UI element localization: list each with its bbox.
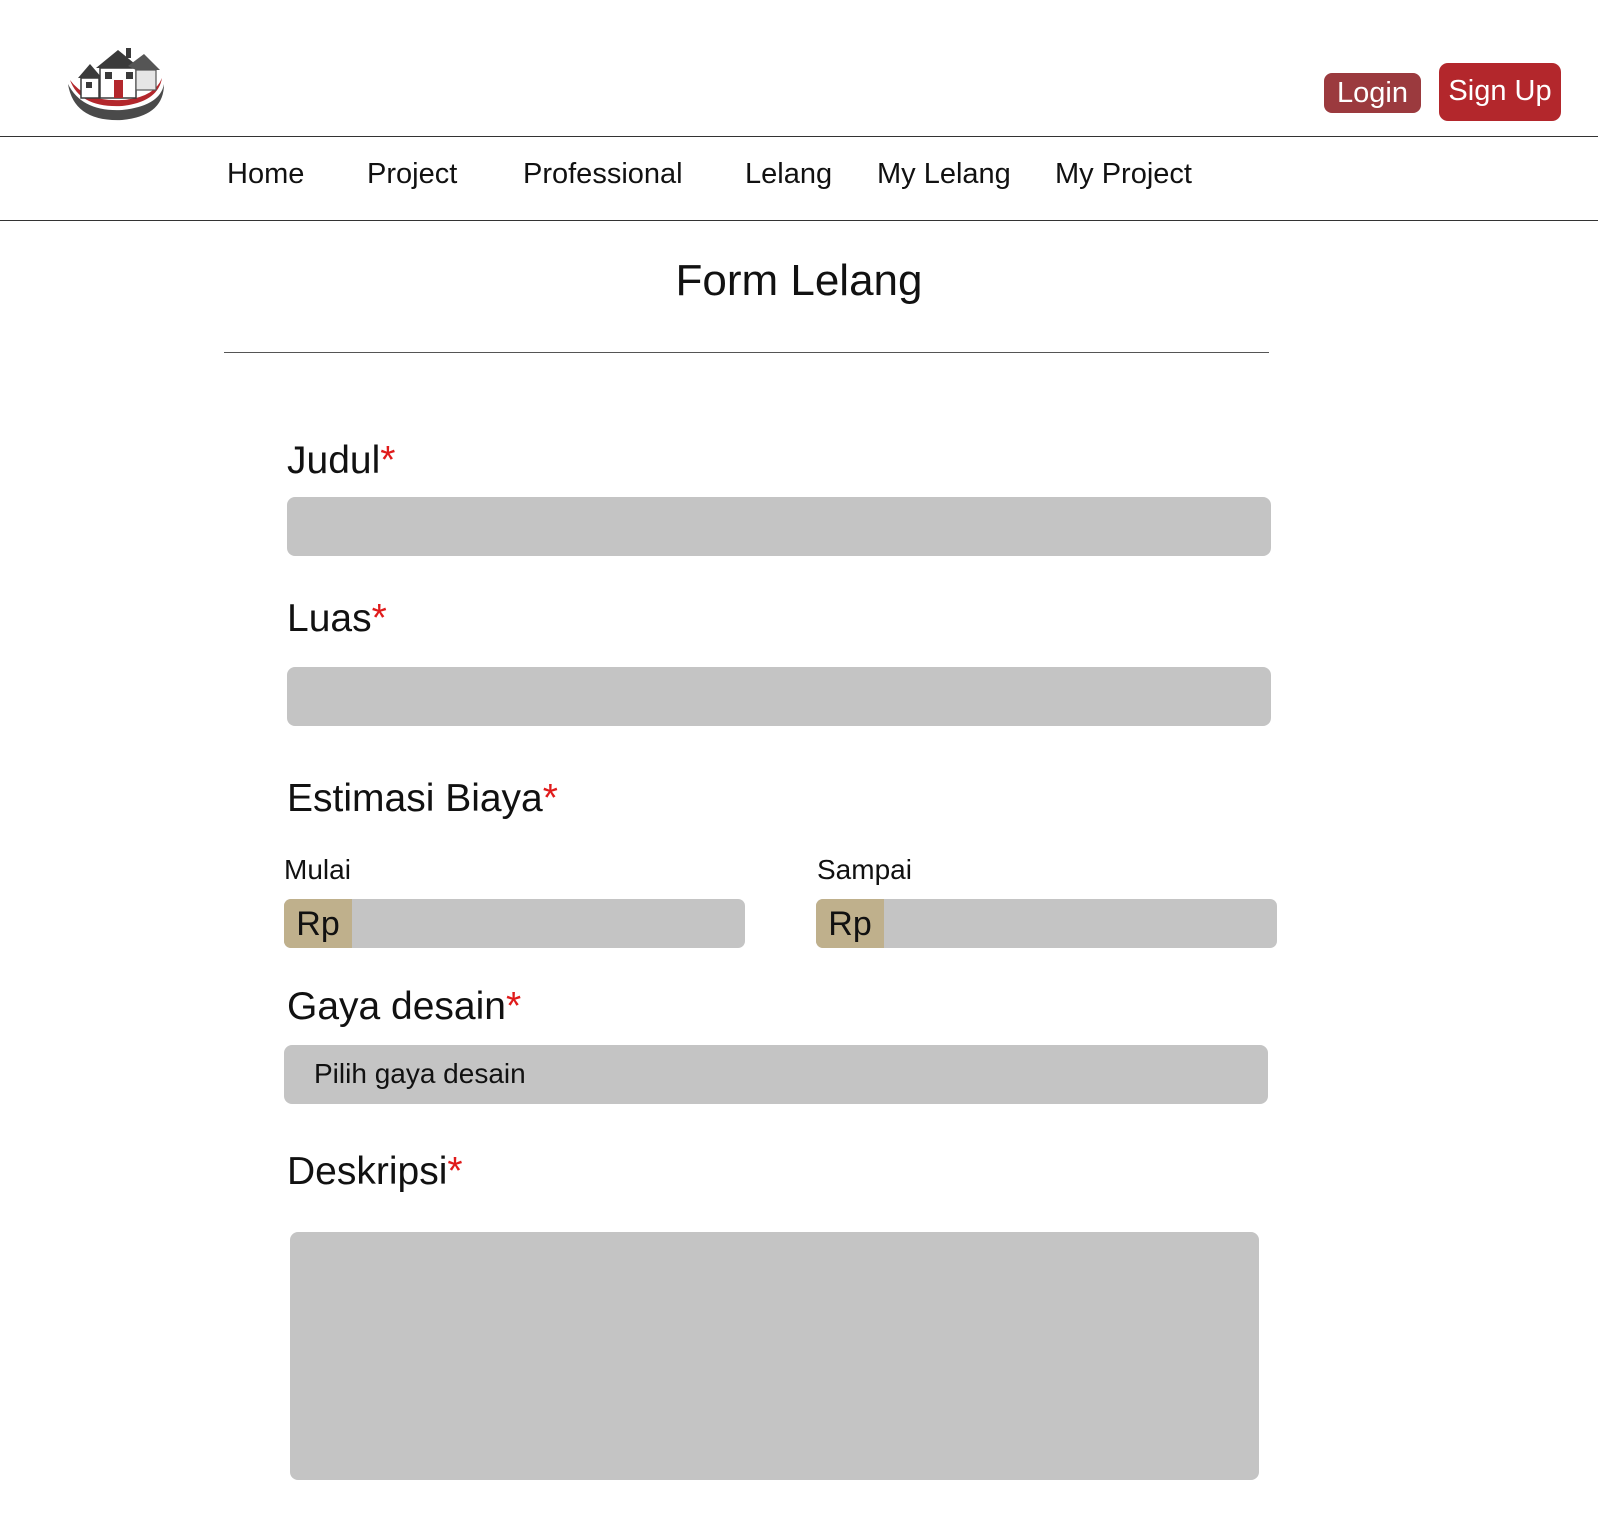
required-marker: * xyxy=(371,597,387,640)
currency-prefix: Rp xyxy=(816,899,884,948)
page: Login Sign Up Home Project Professional … xyxy=(0,0,1598,1521)
required-marker: * xyxy=(542,777,558,820)
judul-input[interactable] xyxy=(287,497,1271,556)
required-marker: * xyxy=(380,439,396,482)
judul-label: Judul* xyxy=(287,439,396,482)
nav-item-home[interactable]: Home xyxy=(227,156,304,192)
luas-input[interactable] xyxy=(287,667,1271,726)
required-marker: * xyxy=(505,985,522,1028)
mulai-label: Mulai xyxy=(284,854,351,885)
estimasi-biaya-label: Estimasi Biaya* xyxy=(287,777,558,820)
sampai-label: Sampai xyxy=(817,854,912,885)
nav-divider xyxy=(0,220,1598,221)
gaya-desain-selected: Pilih gaya desain xyxy=(314,1058,526,1089)
nav-item-my-lelang[interactable]: My Lelang xyxy=(877,156,1011,192)
gaya-desain-select[interactable]: Pilih gaya desain xyxy=(284,1045,1268,1104)
currency-prefix: Rp xyxy=(284,899,352,948)
nav-item-lelang[interactable]: Lelang xyxy=(745,156,832,192)
deskripsi-textarea[interactable] xyxy=(290,1232,1259,1480)
login-button[interactable]: Login xyxy=(1324,73,1421,113)
nav-item-my-project[interactable]: My Project xyxy=(1055,156,1192,192)
house-logo-icon[interactable] xyxy=(66,44,168,122)
gaya-desain-label: Gaya desain* xyxy=(287,985,522,1028)
luas-label: Luas* xyxy=(287,597,387,640)
deskripsi-label: Deskripsi* xyxy=(287,1150,463,1193)
nav-item-project[interactable]: Project xyxy=(367,156,457,192)
sampai-input[interactable]: Rp xyxy=(816,899,1277,948)
page-title: Form Lelang xyxy=(675,256,923,305)
header-divider xyxy=(0,136,1598,137)
signup-button[interactable]: Sign Up xyxy=(1439,63,1561,121)
required-marker: * xyxy=(447,1150,463,1193)
mulai-input[interactable]: Rp xyxy=(284,899,745,948)
nav-item-professional[interactable]: Professional xyxy=(523,156,683,192)
title-divider xyxy=(224,352,1269,353)
